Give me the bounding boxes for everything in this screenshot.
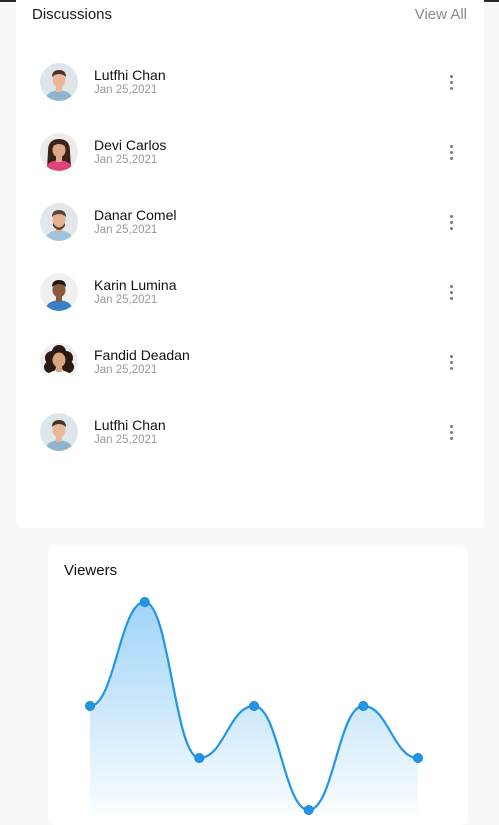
more-vertical-icon[interactable] [442, 211, 460, 233]
more-vertical-icon[interactable] [442, 141, 460, 163]
more-vertical-icon[interactable] [442, 351, 460, 373]
discussion-date: Jan 25,2021 [94, 84, 158, 96]
menu-dot [450, 221, 453, 224]
man-short-hair-avatar [40, 413, 78, 451]
menu-dot [450, 157, 453, 160]
menu-dot [450, 75, 453, 78]
viewers-data-point[interactable] [85, 700, 96, 711]
menu-dot [450, 355, 453, 358]
discussion-author-name: Devi Carlos [94, 137, 167, 153]
more-vertical-icon[interactable] [442, 281, 460, 303]
view-all-link[interactable]: View All [415, 6, 467, 23]
discussion-date: Jan 25,2021 [94, 224, 158, 236]
discussion-date: Jan 25,2021 [94, 154, 158, 166]
menu-dot [450, 81, 453, 84]
discussion-item[interactable]: Fandid Deadan Jan 25,2021 [40, 343, 460, 383]
menu-dot [450, 285, 453, 288]
discussion-date: Jan 25,2021 [94, 294, 158, 306]
menu-dot [450, 151, 453, 154]
man-short-hair-avatar [40, 63, 78, 101]
discussion-author-name: Danar Comel [94, 207, 177, 223]
discussion-date: Jan 25,2021 [94, 434, 158, 446]
viewers-data-point[interactable] [358, 700, 369, 711]
menu-dot [450, 291, 453, 294]
discussion-author-name: Karin Lumina [94, 277, 177, 293]
more-vertical-icon[interactable] [442, 71, 460, 93]
discussion-item[interactable]: Devi Carlos Jan 25,2021 [40, 133, 460, 173]
discussion-author-name: Fandid Deadan [94, 347, 190, 363]
menu-dot [450, 367, 453, 370]
more-vertical-icon[interactable] [442, 421, 460, 443]
discussion-item[interactable]: Karin Lumina Jan 25,2021 [40, 273, 460, 313]
discussion-author-name: Lutfhi Chan [94, 417, 166, 433]
discussion-item[interactable]: Lutfhi Chan Jan 25,2021 [40, 413, 460, 453]
man-smiling-avatar [40, 273, 78, 311]
menu-dot [450, 145, 453, 148]
menu-dot [450, 297, 453, 300]
viewers-data-point[interactable] [139, 597, 150, 608]
menu-dot [450, 361, 453, 364]
menu-dot [450, 215, 453, 218]
viewers-data-point[interactable] [248, 700, 259, 711]
menu-dot [450, 425, 453, 428]
viewers-card: Viewers [48, 545, 468, 825]
discussion-date: Jan 25,2021 [94, 364, 158, 376]
woman-curly-hair-avatar [40, 343, 78, 381]
man-beard-glasses-avatar [40, 203, 78, 241]
viewers-data-point[interactable] [194, 752, 205, 763]
woman-long-hair-avatar [40, 133, 78, 171]
viewers-data-point[interactable] [412, 752, 423, 763]
discussions-card: Discussions View All Lutfhi Chan Jan 25,2… [16, 0, 484, 528]
discussion-author-name: Lutfhi Chan [94, 67, 166, 83]
viewers-chart [85, 597, 423, 815]
menu-dot [450, 431, 453, 434]
discussions-title: Discussions [32, 6, 113, 23]
menu-dot [450, 227, 453, 230]
menu-dot [450, 437, 453, 440]
menu-dot [450, 87, 453, 90]
discussion-item[interactable]: Danar Comel Jan 25,2021 [40, 203, 460, 243]
viewers-data-point[interactable] [303, 804, 314, 815]
discussion-item[interactable]: Lutfhi Chan Jan 25,2021 [40, 63, 460, 103]
